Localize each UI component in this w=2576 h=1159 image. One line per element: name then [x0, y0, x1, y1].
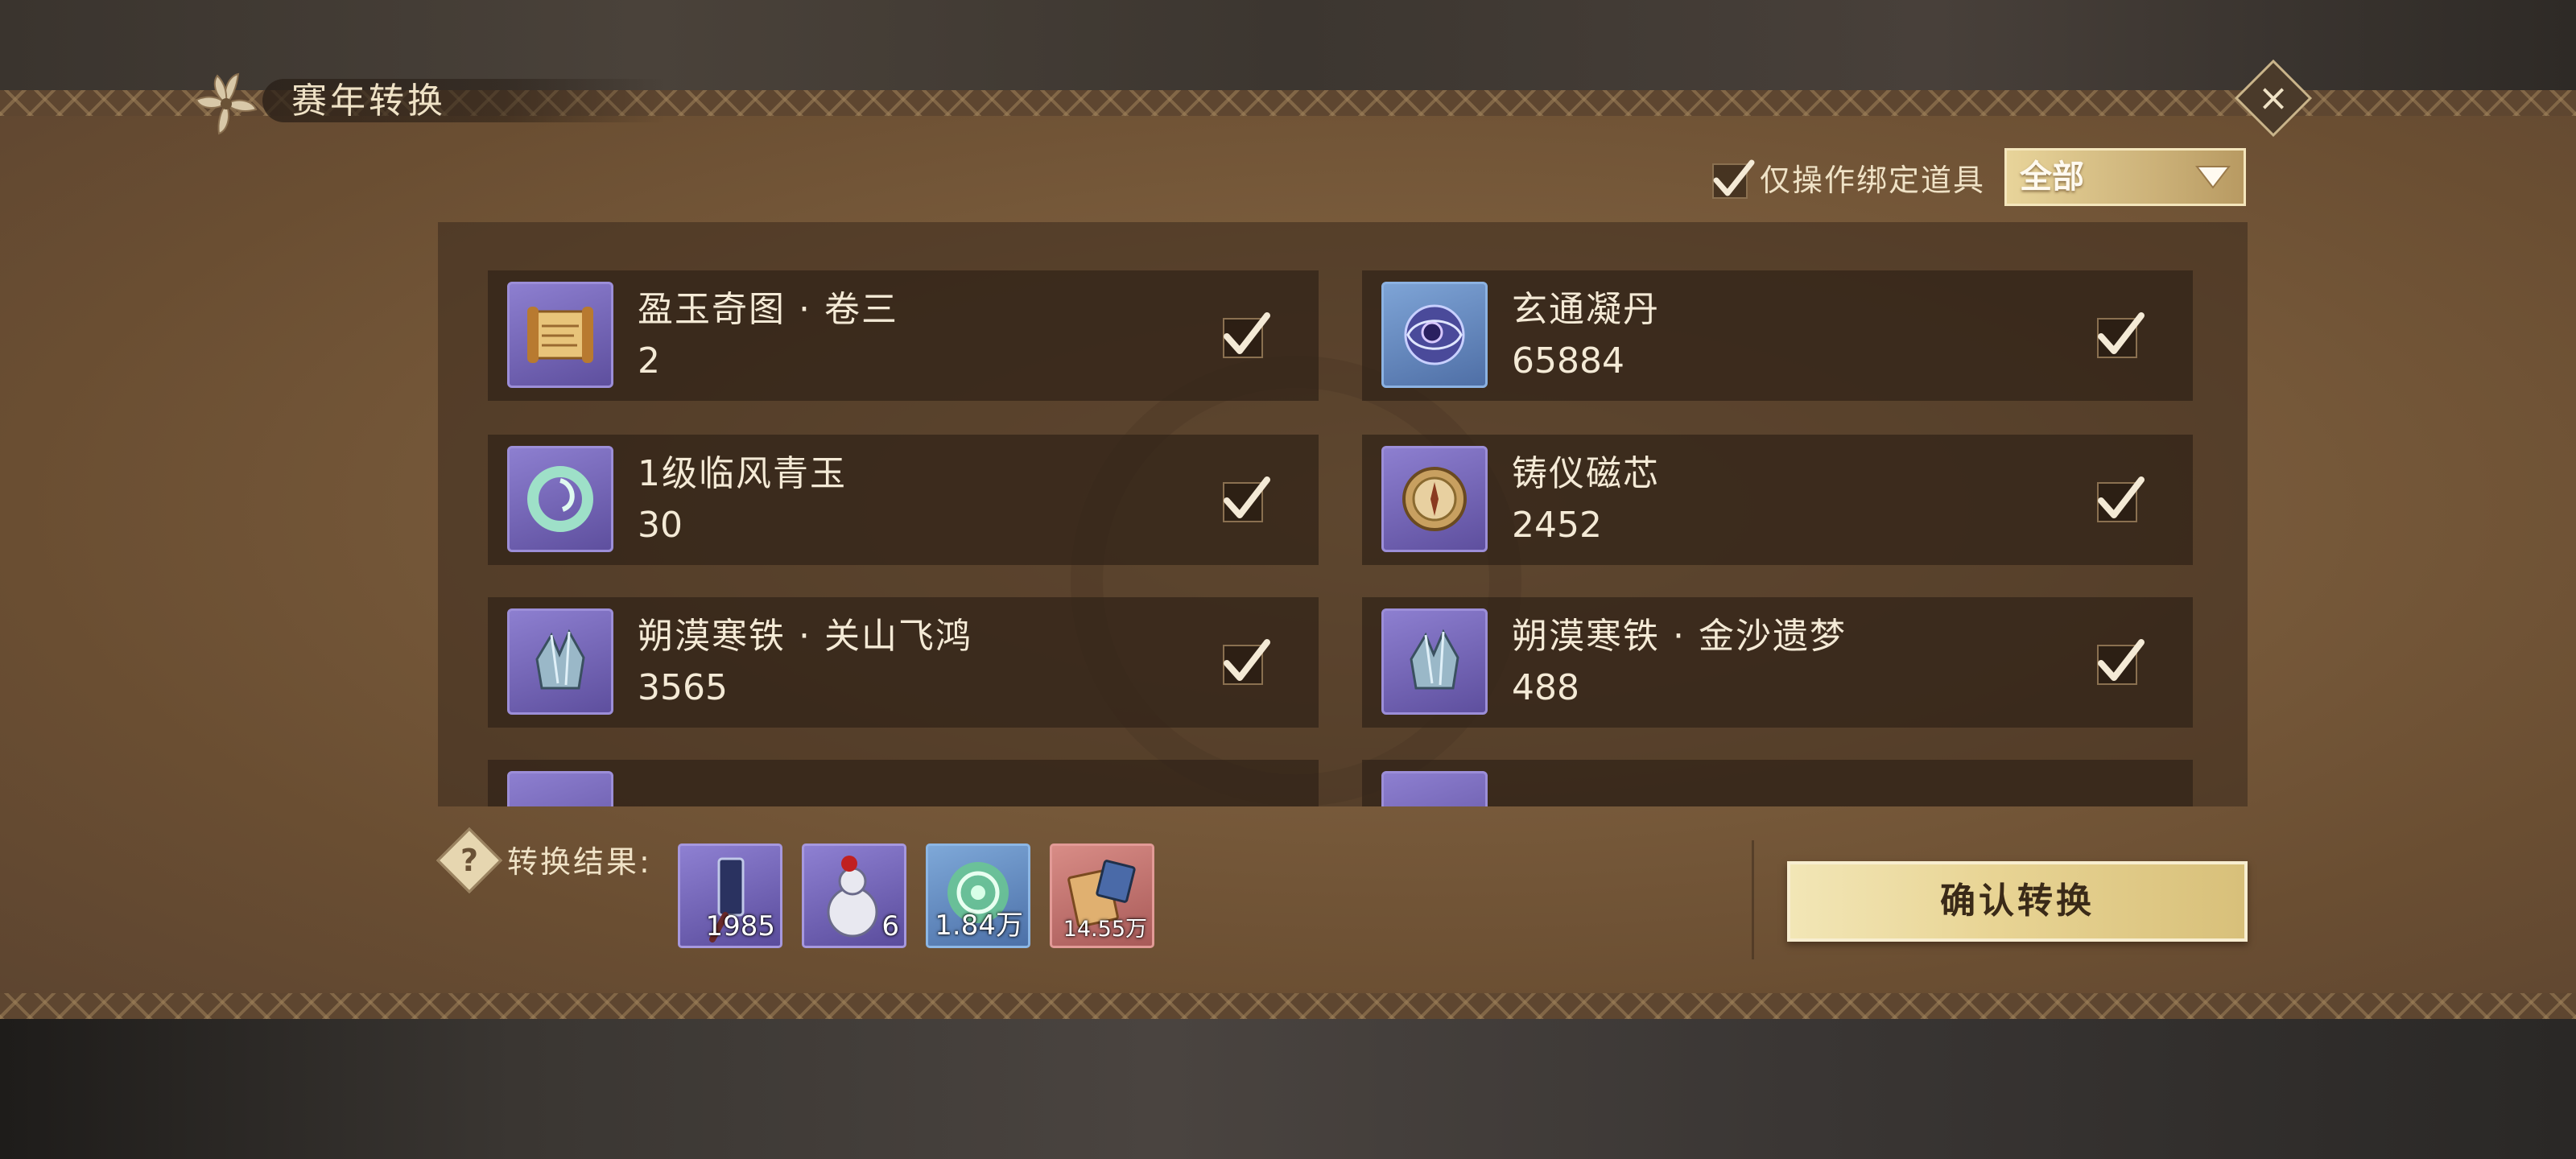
result-item[interactable]: 1.84万 — [926, 843, 1030, 948]
iron-ore-icon — [1381, 608, 1488, 715]
panel-border-bottom — [0, 993, 2576, 1019]
list-item[interactable]: 朔漠寒铁 · 关山飞鸿 3565 — [488, 597, 1319, 728]
bound-only-checkbox[interactable] — [1710, 158, 1755, 203]
list-item[interactable]: 盈玉奇图 · 卷三 2 — [488, 270, 1319, 401]
divider — [1752, 840, 1754, 959]
confirm-convert-button[interactable]: 确认转换 — [1787, 861, 2248, 942]
list-item[interactable]: 1级临风青玉 30 — [488, 435, 1319, 565]
result-item[interactable]: 14.55万 — [1050, 843, 1154, 948]
list-item-partial[interactable] — [488, 760, 1319, 806]
item-count: 30 — [638, 505, 683, 546]
item-count: 3565 — [638, 667, 728, 708]
result-label: 转换结果: — [507, 844, 652, 880]
result-item[interactable]: 1985 — [678, 843, 782, 948]
result-count: 1985 — [705, 910, 775, 942]
item-name: 盈玉奇图 · 卷三 — [638, 289, 898, 330]
item-count: 2 — [638, 340, 660, 382]
orb-icon — [1381, 282, 1488, 388]
item-list[interactable]: 盈玉奇图 · 卷三 2 玄通凝丹 65884 1级临风青玉 30 铸仪磁芯 24… — [438, 222, 2248, 806]
checkmark-icon[interactable] — [1217, 636, 1272, 691]
dropdown-selected-value: 全部 — [2020, 159, 2084, 196]
scroll-icon — [507, 282, 613, 388]
result-count: 1.84万 — [935, 909, 1023, 942]
item-count: 65884 — [1512, 340, 1624, 382]
flower-emblem-icon — [190, 68, 262, 140]
dialog-title: 赛年转换 — [291, 80, 446, 122]
checkmark-icon[interactable] — [2091, 473, 2146, 528]
checkmark-icon[interactable] — [2091, 309, 2146, 364]
checkmark-icon — [1712, 159, 1755, 199]
result-count: 6 — [881, 910, 899, 942]
confirm-convert-label: 确认转换 — [1940, 881, 2095, 922]
category-dropdown[interactable]: 全部 — [2004, 148, 2246, 206]
iron-ore-icon — [507, 608, 613, 715]
result-item[interactable]: 6 — [802, 843, 906, 948]
item-name: 朔漠寒铁 · 关山飞鸿 — [638, 616, 972, 657]
bound-only-label: 仅操作绑定道具 — [1760, 163, 1986, 198]
close-icon: × — [2257, 76, 2289, 119]
question-icon: ? — [460, 843, 479, 878]
triangle-down-icon — [2195, 166, 2231, 189]
item-name: 1级临风青玉 — [638, 453, 847, 494]
checkmark-icon[interactable] — [1217, 473, 1272, 528]
item-name: 朔漠寒铁 · 金沙遗梦 — [1512, 616, 1847, 657]
list-item[interactable]: 朔漠寒铁 · 金沙遗梦 488 — [1362, 597, 2193, 728]
item-name: 玄通凝丹 — [1512, 289, 1660, 330]
jade-icon — [507, 446, 613, 552]
background-bottom — [0, 1019, 2576, 1159]
item-count: 2452 — [1512, 505, 1602, 546]
checkmark-icon[interactable] — [1217, 309, 1272, 364]
item-name: 铸仪磁芯 — [1512, 453, 1660, 494]
item-icon-partial — [1381, 771, 1488, 806]
dialog-header: 赛年转换 — [190, 68, 689, 140]
item-icon-partial — [507, 771, 613, 806]
item-count: 488 — [1512, 667, 1579, 708]
list-item[interactable]: 铸仪磁芯 2452 — [1362, 435, 2193, 565]
list-item-partial[interactable] — [1362, 760, 2193, 806]
result-count: 14.55万 — [1063, 917, 1147, 942]
checkmark-icon[interactable] — [2091, 636, 2146, 691]
list-item[interactable]: 玄通凝丹 65884 — [1362, 270, 2193, 401]
compass-icon — [1381, 446, 1488, 552]
